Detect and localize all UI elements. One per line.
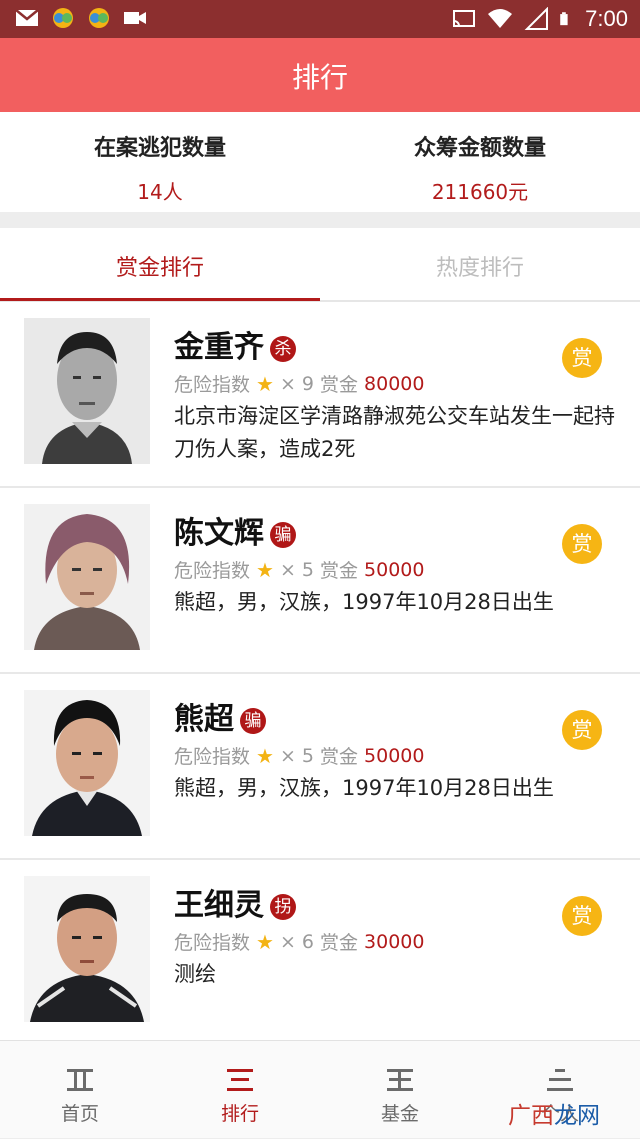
star-icon: ★ (256, 743, 274, 768)
wifi-icon (488, 9, 513, 28)
danger-count: × 5 (279, 558, 315, 581)
crime-tag-badge: 骗 (270, 521, 296, 548)
danger-count: × 9 (279, 372, 315, 395)
stats-panel: 在案逃犯数量 14人 众筹金额数量 211660元 (0, 112, 640, 212)
fugitive-list: 金重齐杀 危险指数 ★ × 9 赏金 80000 北京市海淀区学清路静淑苑公交车… (0, 302, 640, 1040)
case-description: 熊超，男，汉族，1997年10月28日出生 (174, 776, 554, 800)
nav-label-fund: 基金 (380, 1103, 419, 1125)
ranking-icon (227, 1069, 253, 1091)
danger-label: 危险指数 (174, 746, 251, 768)
danger-label: 危险指数 (174, 374, 251, 396)
reward-icon[interactable]: 赏 (562, 710, 602, 750)
danger-row: 危险指数 ★ × 5 赏金 50000 (174, 556, 424, 583)
nav-item-ranking[interactable]: 排行 (160, 1041, 320, 1139)
bounty-label: 赏金 (320, 374, 359, 396)
app-bar: 排行 (0, 38, 640, 112)
fund-icon (387, 1069, 413, 1091)
funding-value: 211660元 (431, 180, 529, 204)
danger-row: 危险指数 ★ × 9 赏金 80000 (174, 370, 424, 397)
watermark: 广西龙网 (508, 1103, 600, 1129)
cast-icon (453, 10, 476, 27)
app-notification-icon (53, 8, 73, 28)
nav-label-home: 首页 (60, 1103, 99, 1125)
avatar (24, 318, 150, 464)
tab-bounty-ranking[interactable]: 赏金排行 (0, 250, 320, 282)
reward-icon[interactable]: 赏 (562, 338, 602, 378)
home-icon (67, 1069, 93, 1091)
list-item[interactable]: 金重齐杀 危险指数 ★ × 9 赏金 80000 北京市海淀区学清路静淑苑公交车… (0, 302, 640, 488)
danger-count: × 5 (279, 744, 315, 767)
crime-tag-badge: 杀 (270, 335, 296, 362)
active-tab-indicator (0, 298, 320, 301)
tab-popularity-ranking[interactable]: 热度排行 (320, 250, 640, 282)
reward-icon[interactable]: 赏 (562, 896, 602, 936)
crime-tag-badge: 拐 (270, 893, 296, 920)
bounty-label: 赏金 (320, 746, 359, 768)
reward-icon[interactable]: 赏 (562, 524, 602, 564)
case-description: 测绘 (174, 962, 216, 986)
nav-item-home[interactable]: 首页 (0, 1041, 160, 1139)
fugitive-name: 王细灵拐 (174, 880, 296, 924)
bounty-label: 赏金 (320, 932, 359, 954)
nav-item-fund[interactable]: 基金 (320, 1041, 480, 1139)
tab-bar: 赏金排行 热度排行 (0, 228, 640, 302)
bounty-value: 80000 (364, 372, 425, 395)
battery-icon (560, 12, 568, 26)
star-icon: ★ (256, 929, 274, 954)
fugitives-value: 14人 (137, 180, 183, 204)
danger-count: × 6 (279, 930, 315, 953)
nav-label-ranking: 排行 (220, 1103, 259, 1125)
bounty-value: 50000 (364, 744, 425, 767)
case-description: 熊超，男，汉族，1997年10月28日出生 (174, 590, 554, 614)
bounty-value: 30000 (364, 930, 425, 953)
status-bar: 7:00 (0, 0, 640, 38)
signal-icon (524, 7, 549, 30)
list-item[interactable]: 王细灵拐 危险指数 ★ × 6 赏金 30000 测绘 赏 (0, 860, 640, 1040)
funding-stat: 众筹金额数量 211660元 (320, 130, 640, 205)
list-item[interactable]: 熊超骗 危险指数 ★ × 5 赏金 50000 熊超，男，汉族，1997年10月… (0, 674, 640, 860)
danger-row: 危险指数 ★ × 6 赏金 30000 (174, 928, 424, 955)
app-notification-icon-2 (89, 8, 109, 28)
fugitives-stat: 在案逃犯数量 14人 (0, 130, 320, 205)
avatar (24, 690, 150, 836)
danger-label: 危险指数 (174, 932, 251, 954)
fugitive-name: 陈文辉骗 (174, 508, 296, 552)
avatar (24, 504, 150, 650)
fugitive-name: 金重齐杀 (174, 322, 296, 366)
danger-row: 危险指数 ★ × 5 赏金 50000 (174, 742, 424, 769)
star-icon: ★ (256, 557, 274, 582)
danger-label: 危险指数 (174, 560, 251, 582)
page-title: 排行 (291, 61, 348, 94)
gmail-icon (15, 9, 39, 26)
profile-icon (547, 1069, 573, 1091)
fugitives-label: 在案逃犯数量 (93, 136, 226, 161)
funding-label: 众筹金额数量 (413, 136, 546, 161)
bounty-value: 50000 (364, 558, 425, 581)
video-icon (124, 12, 146, 24)
bounty-label: 赏金 (320, 560, 359, 582)
avatar (24, 876, 150, 1022)
crime-tag-badge: 骗 (240, 707, 266, 734)
list-item[interactable]: 陈文辉骗 危险指数 ★ × 5 赏金 50000 熊超，男，汉族，1997年10… (0, 488, 640, 674)
star-icon: ★ (256, 371, 274, 396)
case-description: 北京市海淀区学清路静淑苑公交车站发生一起持刀伤人案，造成2死 (174, 404, 615, 461)
clock: 7:00 (585, 6, 628, 31)
fugitive-name: 熊超骗 (174, 694, 266, 738)
